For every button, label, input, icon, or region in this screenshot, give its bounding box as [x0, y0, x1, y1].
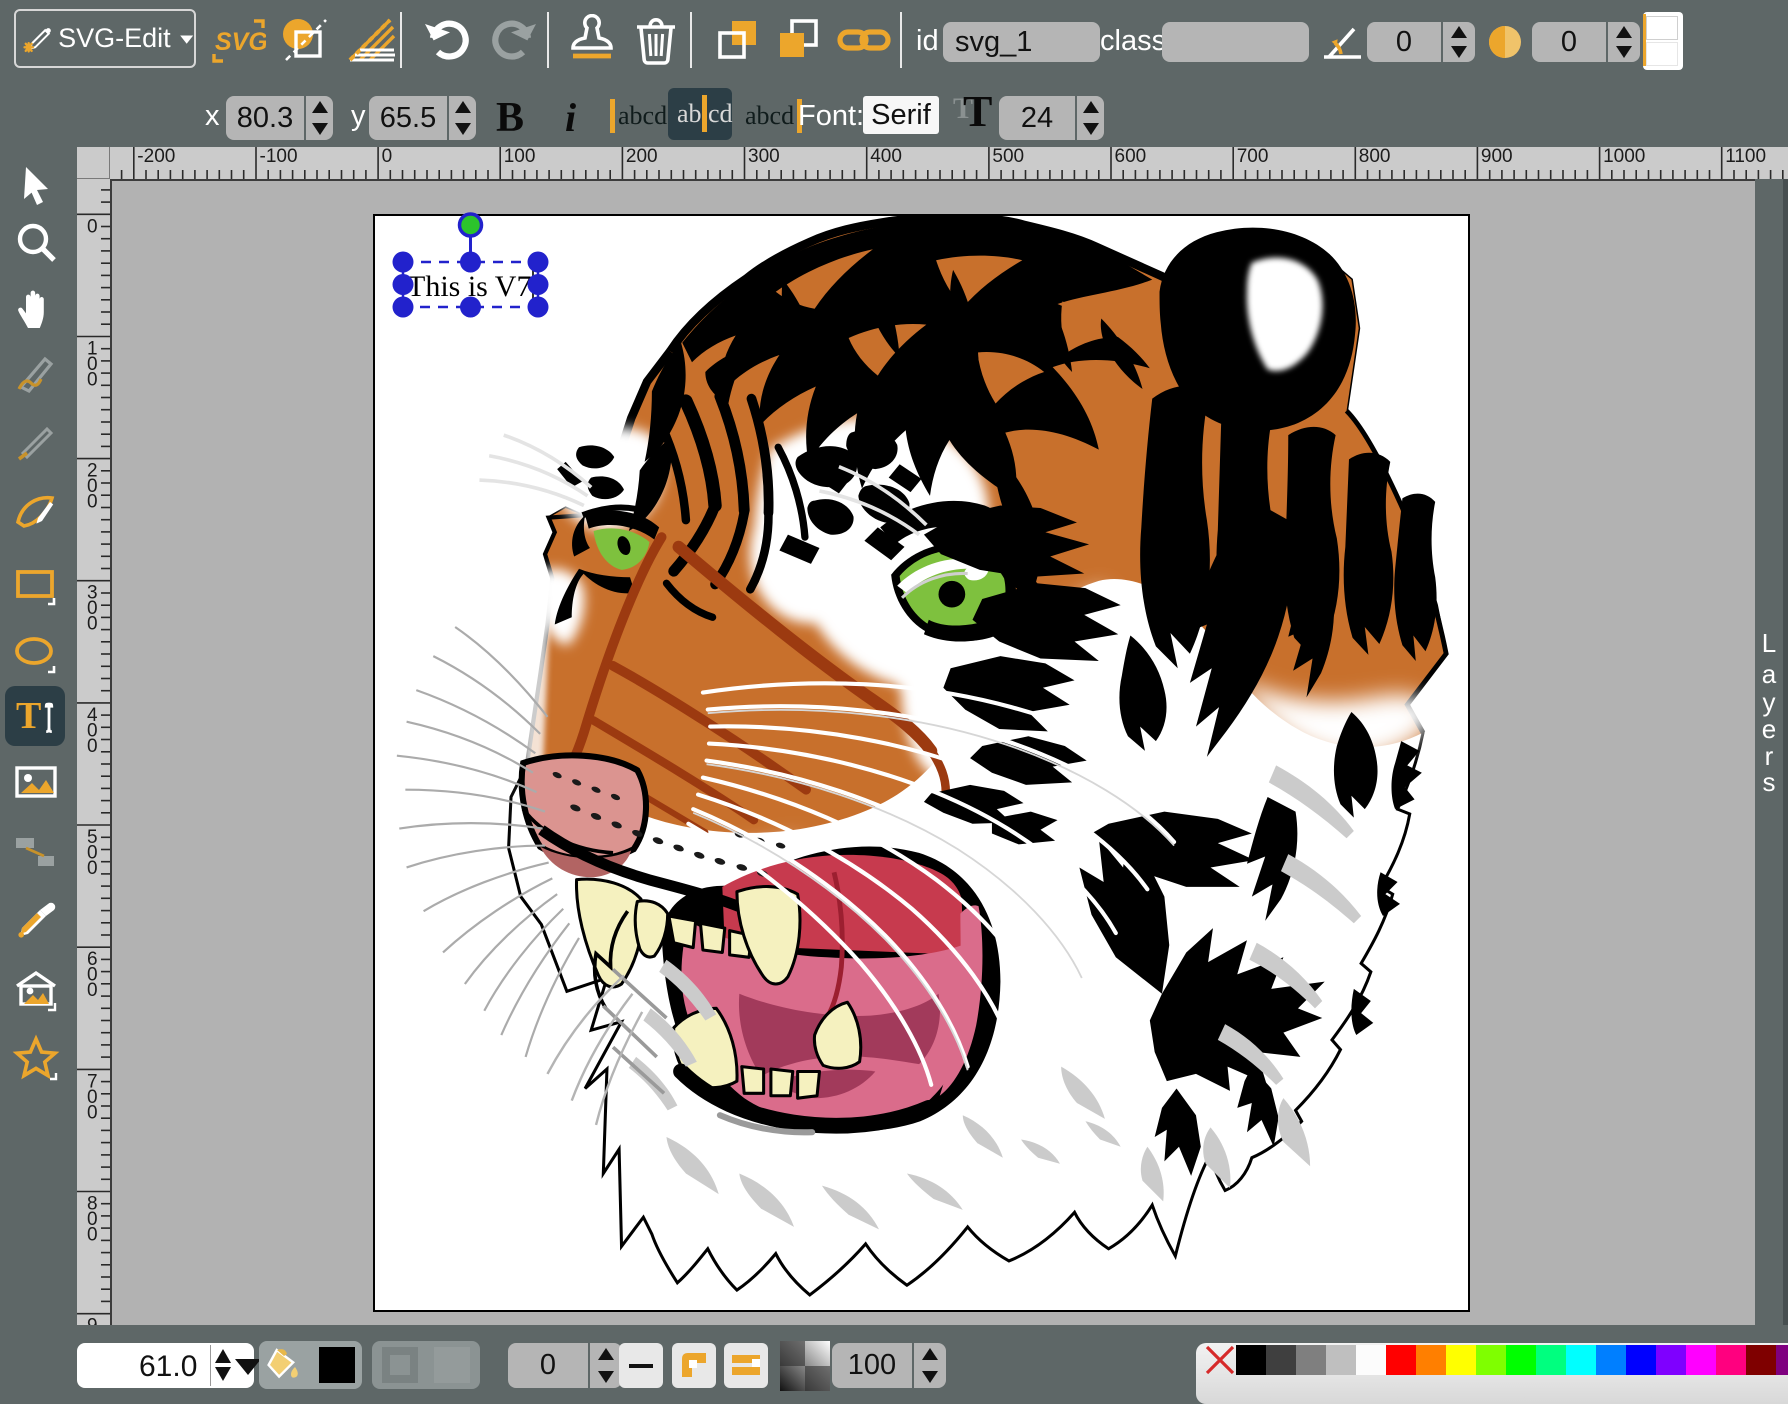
svg-text:-200: -200: [137, 147, 175, 167]
svg-text:400: 400: [870, 147, 902, 167]
svg-text:500: 500: [992, 147, 1024, 167]
svg-text:600: 600: [1115, 147, 1147, 167]
svg-text:0: 0: [87, 1225, 98, 1246]
svg-text:0: 0: [87, 614, 98, 635]
svg-text:0: 0: [87, 980, 98, 1001]
svg-text:-100: -100: [260, 147, 298, 167]
svg-text:0: 0: [87, 216, 98, 237]
svg-text:0: 0: [87, 370, 98, 391]
svg-text:SVG: SVG: [215, 28, 266, 56]
svg-text:0: 0: [87, 492, 98, 513]
svg-text:0: 0: [87, 858, 98, 879]
svg-text:0: 0: [87, 736, 98, 757]
svg-text:0: 0: [382, 147, 393, 167]
svg-text:900: 900: [1481, 147, 1513, 167]
svg-text:800: 800: [1359, 147, 1391, 167]
svg-text:200: 200: [626, 147, 658, 167]
svg-text:300: 300: [748, 147, 780, 167]
svg-text:T: T: [16, 695, 41, 737]
svg-text:700: 700: [1237, 147, 1269, 167]
svg-text:9: 9: [87, 1316, 98, 1325]
svg-text:1100: 1100: [1725, 147, 1766, 167]
svg-text:0: 0: [87, 1102, 98, 1123]
svg-text:100: 100: [504, 147, 536, 167]
svg-text:1000: 1000: [1603, 147, 1645, 167]
